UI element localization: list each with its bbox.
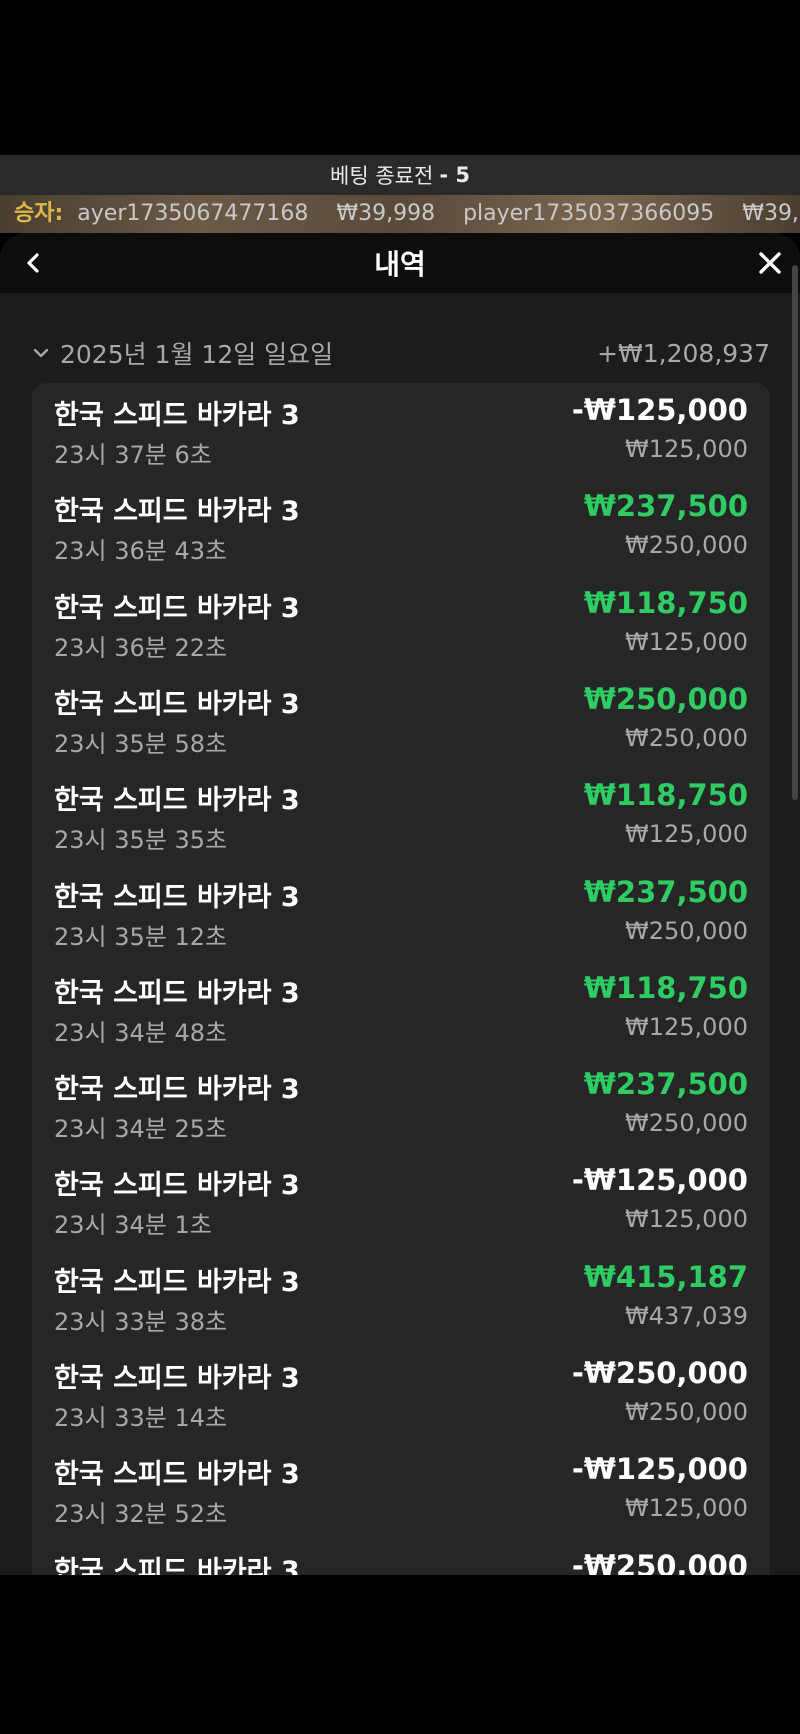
history-panel: 내역 2025년 1월 12일 일요일 +₩1,208,937 한국 스피드 바… [0,233,800,1575]
history-item[interactable]: 한국 스피드 바카라 3 23시 35분 12초 ₩237,500 ₩250,000 [54,875,748,967]
game-name: 한국 스피드 바카라 3 [54,496,300,528]
bet-time: 23시 36분 43초 [54,537,228,566]
history-item[interactable]: 한국 스피드 바카라 3 23시 34분 48초 ₩118,750 ₩125,000 [54,971,748,1063]
close-icon [759,252,781,274]
close-button[interactable] [752,245,788,281]
betting-status-count: - 5 [439,163,470,187]
stake-amount: ₩125,000 [625,1012,748,1041]
ticker-entry: ₩39,998 [742,201,800,226]
game-name: 한국 스피드 바카라 3 [54,400,300,431]
stake-amount: ₩437,039 [625,1301,748,1330]
history-item[interactable]: 한국 스피드 바카라 3 23시 32분 52초 -₩125,000 ₩125,000 [54,1452,748,1544]
result-amount: -₩125,000 [571,1163,748,1198]
bet-time: 23시 34분 25초 [54,1115,228,1144]
history-list: 한국 스피드 바카라 3 23시 37분 6초 -₩125,000 ₩125,000 한… [32,383,770,1575]
bet-time: 23시 35분 58초 [54,729,228,758]
stake-amount: ₩125,000 [625,1205,748,1234]
bet-time: 23시 34분 48초 [54,1018,228,1047]
result-amount: ₩250,000 [583,681,748,716]
game-name: 한국 스피드 바카라 3 [54,1170,300,1202]
game-name: 한국 스피드 바카라 3 [54,1459,300,1491]
game-name: 한국 스피드 바카라 3 [54,1363,300,1394]
winner-label: 승자: [14,201,64,226]
bet-time: 23시 33분 38초 [54,1307,228,1336]
result-amount: ₩118,750 [583,585,748,620]
ticker-entry: player1735037366095 [463,201,715,226]
bet-time: 23시 35분 35초 [54,826,228,855]
game-name: 한국 스피드 바카라 3 [54,1266,300,1298]
stake-amount: ₩125,000 [625,627,748,656]
stake-amount: ₩250,000 [625,723,748,752]
result-amount: -₩125,000 [571,1452,748,1487]
date-label: 2025년 1월 12일 일요일 [60,340,334,369]
result-amount: ₩415,187 [583,1259,748,1294]
stake-amount: ₩125,000 [625,820,748,849]
history-item[interactable]: 한국 스피드 바카라 3 23시 34분 1초 -₩125,000 ₩125,000 [54,1163,748,1255]
history-item[interactable]: 한국 스피드 바카라 3 23시 36분 43초 ₩237,500 ₩250,000 [54,489,748,581]
stake-amount: ₩125,000 [625,435,748,463]
game-name: 한국 스피드 바카라 3 [54,785,300,817]
scrollbar[interactable] [792,265,798,800]
result-amount: -₩250,000 [571,1356,748,1390]
result-amount: ₩237,500 [583,1067,748,1102]
betting-status-bar: 베팅 종료전 - 5 [0,155,800,195]
stake-amount: ₩250,000 [625,1398,748,1426]
bet-time: 23시 32분 52초 [54,1500,228,1529]
betting-status-label: 베팅 종료전 [330,164,434,188]
winner-ticker: 승자: ayer1735067477168 ₩39,998 player1735037… [0,195,800,233]
chevron-left-icon [27,253,39,273]
bet-time: 23시 34분 1초 [54,1211,212,1240]
result-amount: -₩250,000 [571,1548,748,1575]
history-item[interactable]: 한국 스피드 바카라 3 23시 34분 25초 ₩237,500 ₩250,000 [54,1067,748,1159]
game-name: 한국 스피드 바카라 3 [54,592,300,624]
stake-amount: ₩250,000 [625,531,748,560]
game-name: 한국 스피드 바카라 3 [54,1555,300,1575]
bet-time: 23시 37분 6초 [54,441,212,469]
game-name: 한국 스피드 바카라 3 [54,1074,300,1106]
bet-time: 23시 33분 14초 [54,1404,228,1432]
back-button[interactable] [16,245,52,281]
result-amount: -₩125,000 [571,393,748,427]
stake-amount: ₩125,000 [625,1494,748,1523]
ticker-entry: ayer1735067477168 [77,201,309,226]
result-amount: ₩118,750 [583,970,748,1005]
bet-time: 23시 36분 22초 [54,633,228,662]
history-item[interactable]: 한국 스피드 바카라 3 -₩250,000 [54,1549,748,1575]
result-amount: ₩118,750 [583,778,748,813]
panel-header: 내역 [0,233,800,293]
game-name: 한국 스피드 바카라 3 [54,688,300,720]
history-item[interactable]: 한국 스피드 바카라 3 23시 33분 38초 ₩415,187 ₩437,039 [54,1260,748,1352]
result-amount: ₩237,500 [583,874,748,909]
chevron-down-icon [33,348,49,358]
bet-time: 23시 35분 12초 [54,922,228,951]
history-item[interactable]: 한국 스피드 바카라 3 23시 37분 6초 -₩125,000 ₩125,000 [54,393,748,485]
history-item[interactable]: 한국 스피드 바카라 3 23시 33분 14초 -₩250,000 ₩250,000 [54,1356,748,1448]
ticker-entry: ₩39,998 [336,201,436,226]
panel-title: 내역 [374,248,426,281]
game-name: 한국 스피드 바카라 3 [54,881,300,913]
history-item[interactable]: 한국 스피드 바카라 3 23시 36분 22초 ₩118,750 ₩125,000 [54,586,748,678]
date-total: +₩1,208,937 [597,338,770,368]
stake-amount: ₩250,000 [625,1109,748,1138]
result-amount: ₩237,500 [583,489,748,524]
game-name: 한국 스피드 바카라 3 [54,977,300,1009]
date-group-header[interactable]: 2025년 1월 12일 일요일 +₩1,208,937 [32,333,770,373]
history-item[interactable]: 한국 스피드 바카라 3 23시 35분 58초 ₩250,000 ₩250,000 [54,682,748,774]
history-item[interactable]: 한국 스피드 바카라 3 23시 35분 35초 ₩118,750 ₩125,000 [54,778,748,870]
stake-amount: ₩250,000 [625,916,748,945]
